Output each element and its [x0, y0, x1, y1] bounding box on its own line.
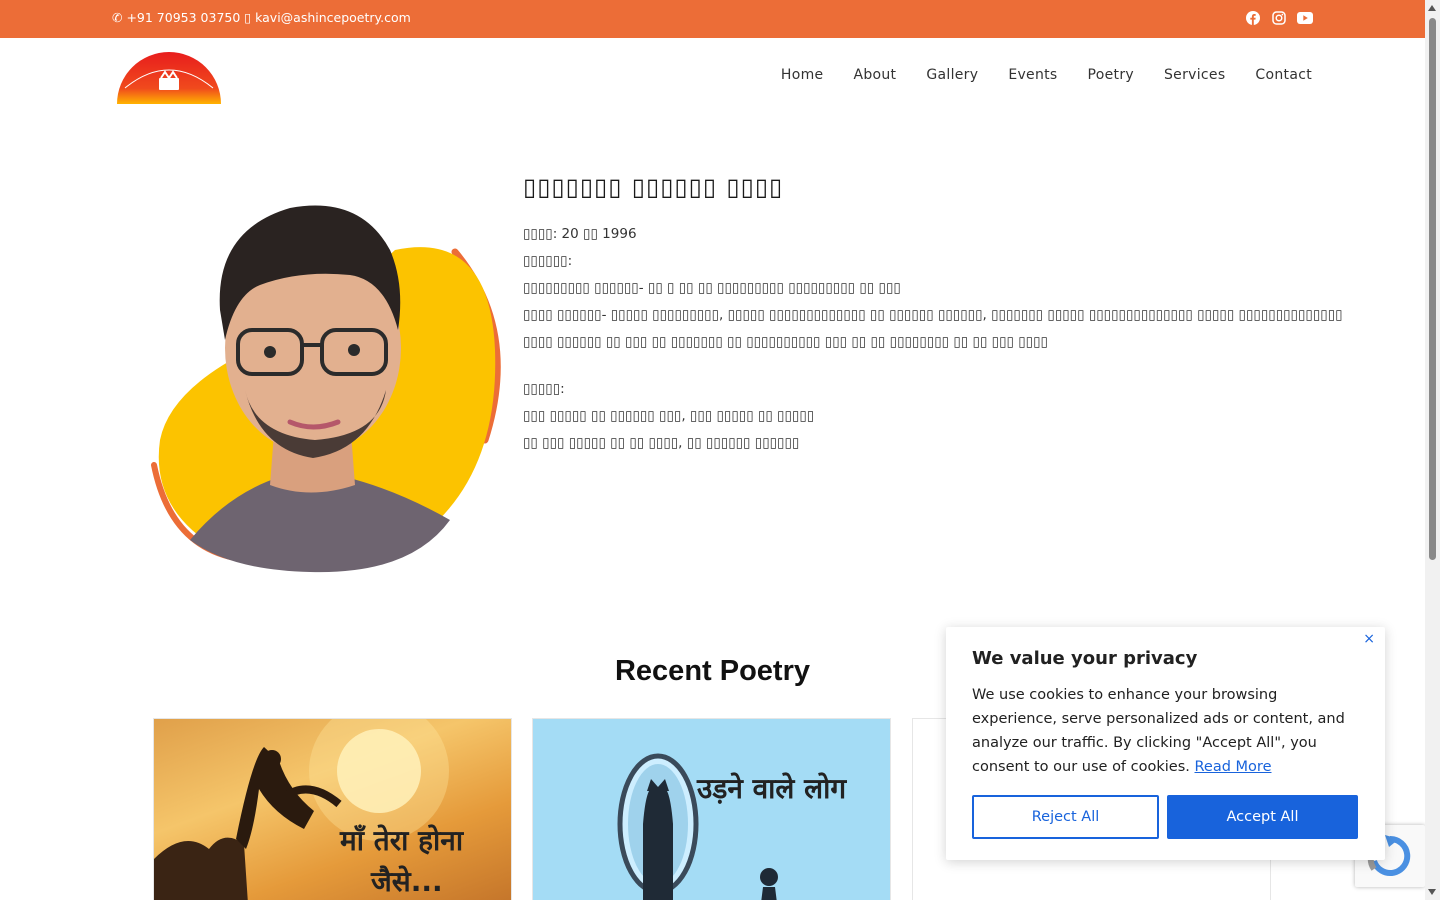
nav-gallery[interactable]: Gallery: [926, 67, 978, 83]
main-nav: Home About Gallery Events Poetry Service…: [781, 67, 1312, 83]
contact-info: ✆ +91 70953 03750 ▯ kavi@ashincepoetry.c…: [112, 10, 411, 25]
bio-line: ▯▯▯▯▯▯▯▯▯ ▯▯▯▯▯▯- ▯▯ ▯ ▯▯ ▯▯ ▯▯▯▯▯▯▯▯▯ ▯…: [523, 280, 901, 296]
bio-line: ▯▯ ▯▯▯ ▯▯▯▯▯ ▯▯ ▯▯ ▯▯▯▯, ▯▯ ▯▯▯▯▯▯ ▯▯▯▯▯…: [523, 435, 800, 451]
social-links: [1245, 10, 1313, 26]
site-logo[interactable]: [115, 48, 223, 104]
bio-line: ▯▯▯▯ ▯▯▯▯▯▯ ▯▯ ▯▯▯ ▯▯ ▯▯▯▯▯▯▯ ▯▯ ▯▯▯▯▯▯▯…: [523, 334, 1048, 350]
scroll-down-arrow-icon[interactable]: [1428, 889, 1436, 895]
youtube-icon[interactable]: [1297, 10, 1313, 26]
read-more-link[interactable]: Read More: [1195, 759, 1272, 775]
nav-events[interactable]: Events: [1008, 67, 1057, 83]
close-icon[interactable]: ×: [1363, 631, 1375, 647]
poetry-card-1[interactable]: माँ तेरा होना जैसे...: [153, 718, 512, 900]
bio-line: ▯▯▯ ▯▯▯▯▯ ▯▯ ▯▯▯▯▯▯ ▯▯▯, ▯▯▯ ▯▯▯▯▯ ▯▯ ▯▯…: [523, 408, 815, 424]
bio-line: ▯▯▯▯ ▯▯▯▯▯▯- ▯▯▯▯▯ ▯▯▯▯▯▯▯▯▯, ▯▯▯▯▯ ▯▯▯▯…: [523, 307, 1343, 323]
facebook-icon[interactable]: [1245, 10, 1261, 26]
cookie-text: We use cookies to enhance your browsing …: [972, 687, 1345, 775]
scroll-thumb[interactable]: [1429, 18, 1436, 560]
bio-line: ▯▯▯▯▯:: [523, 381, 565, 397]
top-bar: ✆ +91 70953 03750 ▯ kavi@ashincepoetry.c…: [0, 0, 1425, 38]
nav-poetry[interactable]: Poetry: [1088, 67, 1134, 83]
profile-bio: ▯▯▯▯▯▯▯ ▯▯▯▯▯▯ ▯▯▯▯ ▯▯▯▯: 20 ▯▯ 1996 ▯▯▯…: [523, 172, 1343, 457]
site-header: Home About Gallery Events Poetry Service…: [0, 38, 1425, 118]
nav-contact[interactable]: Contact: [1255, 67, 1312, 83]
page-scrollbar[interactable]: [1425, 0, 1440, 900]
bio-line: ▯▯▯▯▯▯:: [523, 253, 573, 269]
accept-all-button[interactable]: Accept All: [1167, 795, 1358, 839]
card-title: माँ तेरा होना: [340, 824, 464, 857]
poetry-card-2[interactable]: उड़ने वाले लोग: [532, 718, 891, 900]
card-title: जैसे...: [371, 865, 443, 898]
profile-name: ▯▯▯▯▯▯▯ ▯▯▯▯▯▯ ▯▯▯▯: [523, 172, 784, 201]
nav-home[interactable]: Home: [781, 67, 824, 83]
nav-services[interactable]: Services: [1164, 67, 1225, 83]
cookie-consent-dialog: × We value your privacy We use cookies t…: [946, 627, 1385, 860]
instagram-icon[interactable]: [1271, 10, 1287, 26]
bio-line: ▯▯▯▯: 20 ▯▯ 1996: [523, 226, 637, 242]
card-title: उड़ने वाले लोग: [697, 772, 847, 805]
nav-about[interactable]: About: [853, 67, 896, 83]
scroll-up-arrow-icon[interactable]: [1428, 5, 1436, 11]
cookie-title: We value your privacy: [972, 648, 1198, 669]
reject-all-button[interactable]: Reject All: [972, 795, 1159, 839]
cookie-description: We use cookies to enhance your browsing …: [972, 683, 1362, 779]
profile-portrait: [150, 190, 510, 575]
